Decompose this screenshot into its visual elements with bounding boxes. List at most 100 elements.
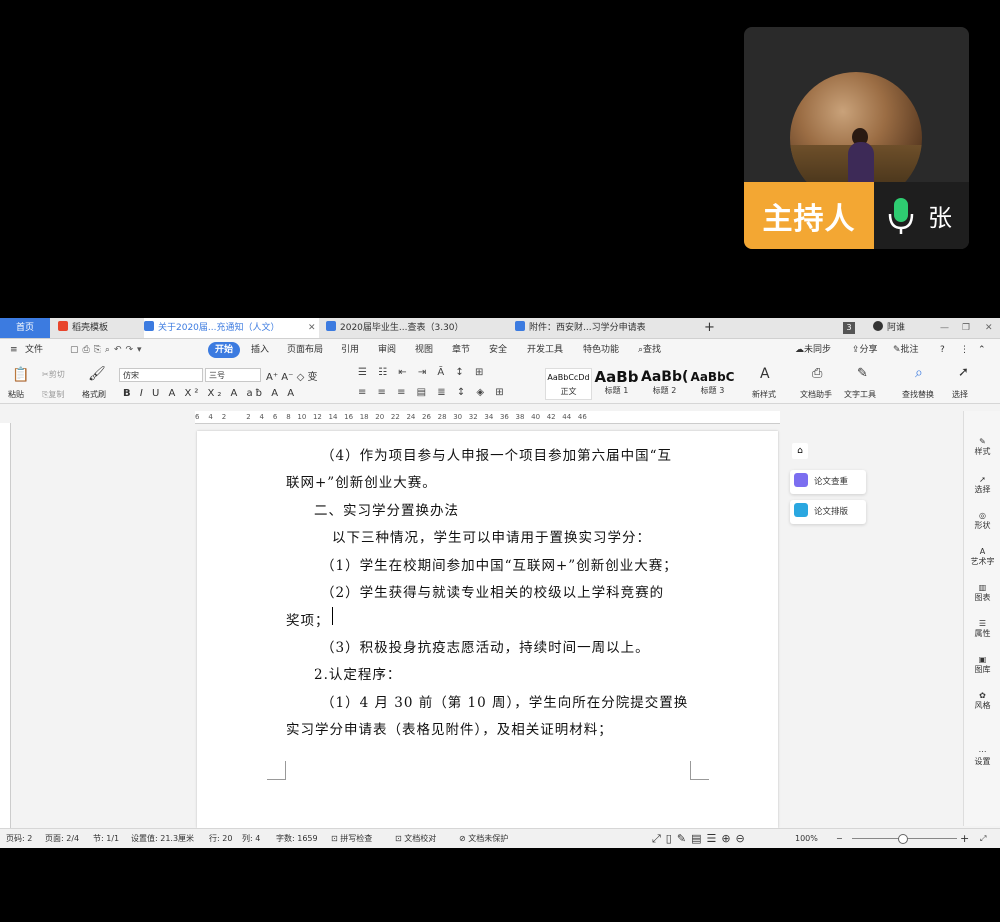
tab-template[interactable]: 稻壳模板 [58, 318, 138, 338]
sidebar-label: 选择 [974, 485, 991, 494]
zoom-level[interactable]: 100% [795, 829, 818, 848]
new-tab-button[interactable]: + [704, 318, 718, 338]
menu-references[interactable]: 引用 [341, 342, 359, 358]
menu-chapter[interactable]: 章节 [452, 342, 470, 358]
tab-doc1[interactable]: 关于2020届...充通知（人文） [144, 318, 319, 338]
style-heading-3[interactable]: AaBbC 标题 3 [689, 368, 736, 400]
tab-doc2[interactable]: 2020届毕业生...查表（3.30） [326, 318, 491, 338]
sidebar-chart[interactable]: ▥ 图表 [964, 583, 1000, 603]
menu-file[interactable]: 文件 [25, 342, 43, 358]
protect-status[interactable]: ⊘ 文档未保护 [459, 829, 508, 848]
status-pages[interactable]: 页面: 2/4 [45, 829, 79, 848]
status-page[interactable]: 页码: 2 [6, 829, 32, 848]
microphone-icon[interactable] [886, 196, 916, 236]
paragraph-align-icons[interactable]: ≡ ≡ ≡ ▤ ≣ ↕ ◈ ⊞ [358, 387, 508, 398]
style-label: 标题 1 [604, 386, 629, 395]
document-page[interactable]: （4）作为项目参与人申报一个项目参加第六届中国“互 联网+”创新创业大赛。 二、… [197, 431, 778, 828]
restore-icon[interactable]: ❐ [962, 318, 970, 338]
menu-insert[interactable]: 插入 [251, 342, 269, 358]
text-tools-icon[interactable]: ✎ [857, 366, 868, 381]
status-section[interactable]: 节: 1/1 [93, 829, 119, 848]
format-painter-icon[interactable]: 🖌 [88, 366, 106, 382]
menu-start[interactable]: 开始 [208, 342, 241, 358]
collapse-panel-icon[interactable]: ⌂ [792, 443, 808, 459]
text-tools-button[interactable]: 文字工具 [844, 389, 876, 400]
sidebar-select[interactable]: ➚ 选择 [964, 475, 1000, 495]
doc-assistant-button[interactable]: 文档助手 [800, 389, 832, 400]
find-replace-icon[interactable]: ⌕ [915, 365, 923, 381]
paste-button[interactable]: 粘贴 [8, 389, 24, 400]
paste-icon[interactable]: 📋 [12, 367, 29, 383]
cursor-icon[interactable]: ➚ [958, 365, 969, 380]
close-tab-icon[interactable]: ✕ [308, 318, 316, 338]
style-heading-2[interactable]: AaBb( 标题 2 [641, 368, 688, 400]
sidebar-wordart[interactable]: A 艺术字 [964, 547, 1000, 567]
sidebar-style[interactable]: ✎ 样式 [964, 437, 1000, 457]
menu-search[interactable]: ⌕查找 [638, 342, 661, 358]
fullscreen-icon[interactable]: ⤢ [980, 829, 986, 848]
zoom-out-icon[interactable]: − [836, 829, 843, 848]
zoom-slider-handle[interactable] [898, 834, 908, 844]
proofread-icon: ⊡ [395, 834, 402, 843]
tab-doc3[interactable]: 附件：西安财...习学分申请表 [515, 318, 685, 338]
shield-icon: ⊘ [459, 834, 466, 843]
menu-special-features[interactable]: 特色功能 [583, 342, 619, 358]
new-style-button[interactable]: 新样式 [752, 389, 776, 400]
more-icon[interactable]: ⋮ [960, 342, 969, 358]
status-words[interactable]: 字数: 1659 [276, 829, 318, 848]
properties-icon: ☰ [978, 619, 987, 628]
menu-view[interactable]: 视图 [415, 342, 433, 358]
spell-check-button[interactable]: ⊡ 拼写检查 [331, 829, 372, 848]
sidebar-theme[interactable]: ✿ 风格 [964, 691, 1000, 711]
menu-review[interactable]: 审阅 [378, 342, 396, 358]
style-heading-1[interactable]: AaBb 标题 1 [593, 368, 640, 400]
cursor-icon: ➚ [979, 475, 986, 484]
collapse-ribbon-icon[interactable]: ⌃ [978, 342, 986, 358]
copy-button[interactable]: ⎘复制 [42, 389, 64, 400]
sidebar-properties[interactable]: ☰ 属性 [964, 619, 1000, 639]
font-format-icons[interactable]: B I U A X² X₂ A aƀ A A [123, 388, 297, 399]
thesis-format-button[interactable]: 论文排版 [790, 500, 866, 524]
close-window-icon[interactable]: ✕ [985, 318, 993, 338]
format-painter-button[interactable]: 格式刷 [82, 389, 106, 400]
font-name-select[interactable]: 仿宋 [119, 368, 203, 382]
status-col[interactable]: 列: 4 [242, 829, 260, 848]
font-size-controls[interactable]: A⁺ A⁻ ◇ 变 [266, 368, 317, 383]
style-normal[interactable]: AaBbCcDd 正文 [545, 368, 592, 400]
proofread-button[interactable]: ⊡ 文档校对 [395, 829, 436, 848]
status-setting[interactable]: 设置值: 21.3厘米 [131, 829, 194, 848]
find-replace-button[interactable]: 查找替换 [902, 389, 934, 400]
sidebar-settings[interactable]: ⋯ 设置 [964, 747, 1000, 767]
minimize-icon[interactable]: — [940, 318, 949, 338]
scissors-icon: ✂ [42, 370, 49, 379]
tab-home[interactable]: 首页 [0, 318, 50, 338]
share-button[interactable]: ⇪分享 [852, 342, 878, 358]
thesis-check-button[interactable]: 论文查重 [790, 470, 866, 494]
sidebar-shape[interactable]: ◎ 形状 [964, 511, 1000, 531]
help-icon[interactable]: ? [940, 342, 945, 358]
sync-status[interactable]: ☁未同步 [795, 342, 831, 358]
menu-developer[interactable]: 开发工具 [527, 342, 563, 358]
view-mode-icons[interactable]: ⤢▯✎▤☰⊕⊖ [652, 829, 750, 848]
doc-assistant-icon[interactable]: ⎙ [812, 366, 822, 381]
status-row[interactable]: 行: 20 [209, 829, 232, 848]
user-account[interactable]: 阿谁 [873, 318, 913, 338]
comment-button[interactable]: ✎批注 [893, 342, 919, 358]
select-button[interactable]: 选择 [952, 389, 968, 400]
wps-writer-window: 首页 稻壳模板 关于2020届...充通知（人文） ✕ 2020届毕业生...查… [0, 318, 1000, 848]
font-size-select[interactable]: 三号 [205, 368, 261, 382]
zoom-in-icon[interactable]: + [960, 829, 969, 848]
menu-security[interactable]: 安全 [489, 342, 507, 358]
sidebar-gallery[interactable]: ▣ 图库 [964, 655, 1000, 675]
window-count-badge[interactable]: 3 [843, 322, 855, 334]
paragraph-list-icons[interactable]: ☰ ☷ ⇤ ⇥ Ā ↕ ⊞ [358, 367, 487, 378]
doc-line: 实习学分申请表（表格见附件），及相关证明材料； [286, 722, 613, 738]
quick-access-icons[interactable]: ▢⎙⎘⌕↶↷▾ [70, 342, 146, 358]
horizontal-ruler[interactable]: 6 4 2 2 4 6 8 10 12 14 16 18 20 22 24 26… [195, 411, 780, 424]
doc-line: 二、实习学分置换办法 [314, 503, 459, 519]
new-style-icon[interactable]: A [760, 366, 770, 382]
hamburger-icon[interactable]: ≡ [10, 342, 18, 358]
cut-button[interactable]: ✂剪切 [42, 369, 65, 380]
vertical-ruler[interactable] [0, 423, 11, 828]
menu-page-layout[interactable]: 页面布局 [287, 342, 323, 358]
